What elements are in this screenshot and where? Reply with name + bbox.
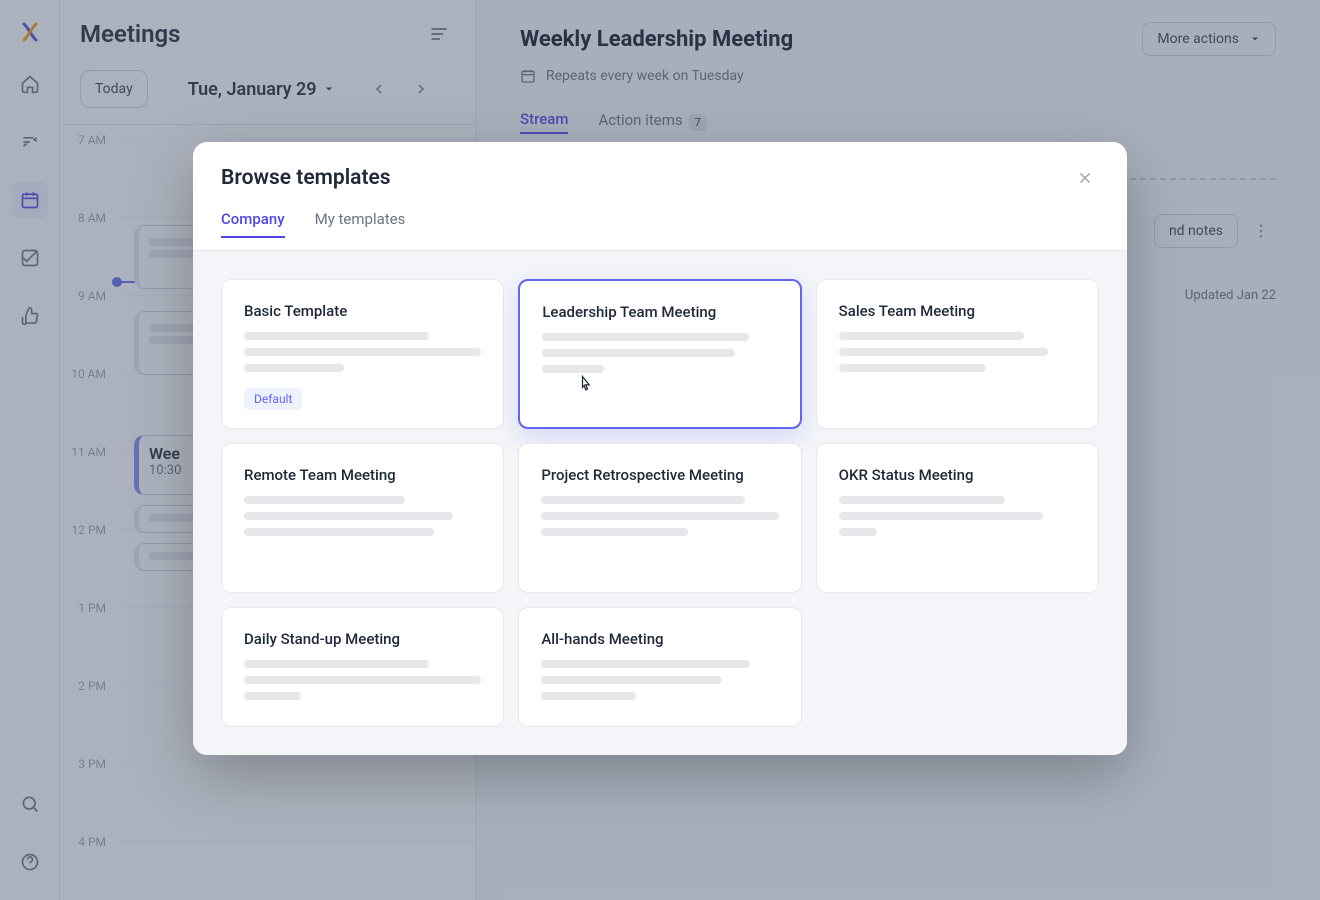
- modal-tabs: Company My templates: [193, 210, 1127, 251]
- template-card-allhands[interactable]: All-hands Meeting: [518, 607, 801, 727]
- modal-title: Browse templates: [221, 166, 391, 190]
- close-icon[interactable]: [1071, 164, 1099, 192]
- template-card-retro[interactable]: Project Retrospective Meeting: [518, 443, 801, 593]
- templates-modal: Browse templates Company My templates Ba…: [193, 142, 1127, 755]
- pointer-cursor-icon: [575, 373, 595, 395]
- template-card-remote[interactable]: Remote Team Meeting: [221, 443, 504, 593]
- template-card-standup[interactable]: Daily Stand-up Meeting: [221, 607, 504, 727]
- tab-company[interactable]: Company: [221, 210, 285, 238]
- tab-my-templates[interactable]: My templates: [315, 210, 406, 238]
- template-card-basic[interactable]: Basic Template Default: [221, 279, 504, 429]
- modal-backdrop[interactable]: Browse templates Company My templates Ba…: [0, 0, 1320, 900]
- templates-grid: Basic Template Default Leadership Team M…: [193, 251, 1127, 755]
- template-card-okr[interactable]: OKR Status Meeting: [816, 443, 1099, 593]
- template-card-sales[interactable]: Sales Team Meeting: [816, 279, 1099, 429]
- default-badge: Default: [244, 388, 302, 410]
- template-card-leadership[interactable]: Leadership Team Meeting: [518, 279, 801, 429]
